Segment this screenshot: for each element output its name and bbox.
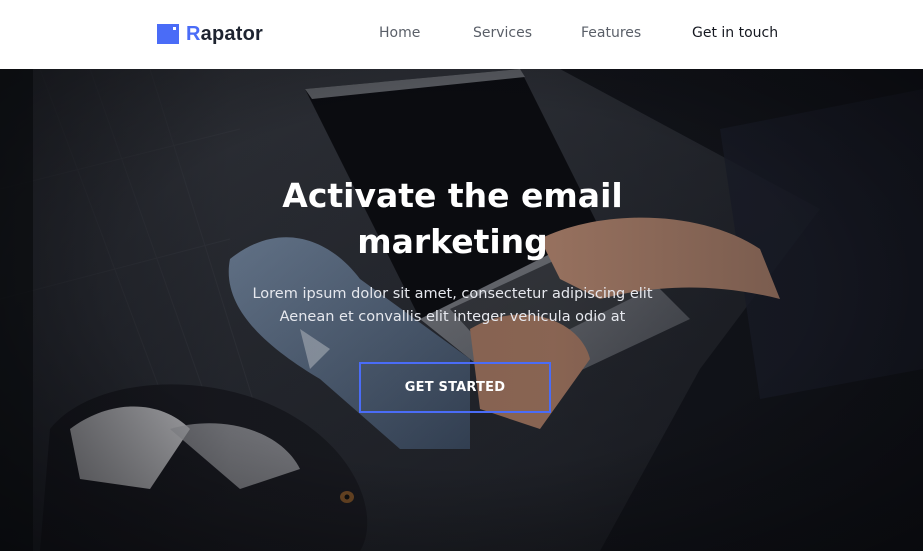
nav-link-features[interactable]: Features xyxy=(581,25,641,41)
get-started-button[interactable]: GET STARTED xyxy=(359,362,551,413)
hero-subtitle-line-1: Lorem ipsum dolor sit amet, consectetur … xyxy=(252,286,653,302)
nav-link-get-in-touch[interactable]: Get in touch xyxy=(692,25,778,41)
nav-link-home[interactable]: Home xyxy=(379,25,420,41)
nav-link-services[interactable]: Services xyxy=(473,25,532,41)
hero-title: Activate the email marketing xyxy=(282,176,623,261)
top-navbar: Rapator Home Services Features Get in to… xyxy=(0,0,923,69)
hero-subtitle-line-2: Aenean et convallis elit integer vehicul… xyxy=(279,309,626,325)
hero-section: Activate the email marketing Lorem ipsum… xyxy=(0,69,923,551)
hero-subtitle: Lorem ipsum dolor sit amet, consectetur … xyxy=(240,283,665,329)
hero-left-edge-shadow xyxy=(0,69,33,551)
main-nav: Home Services Features Get in touch xyxy=(0,0,923,69)
